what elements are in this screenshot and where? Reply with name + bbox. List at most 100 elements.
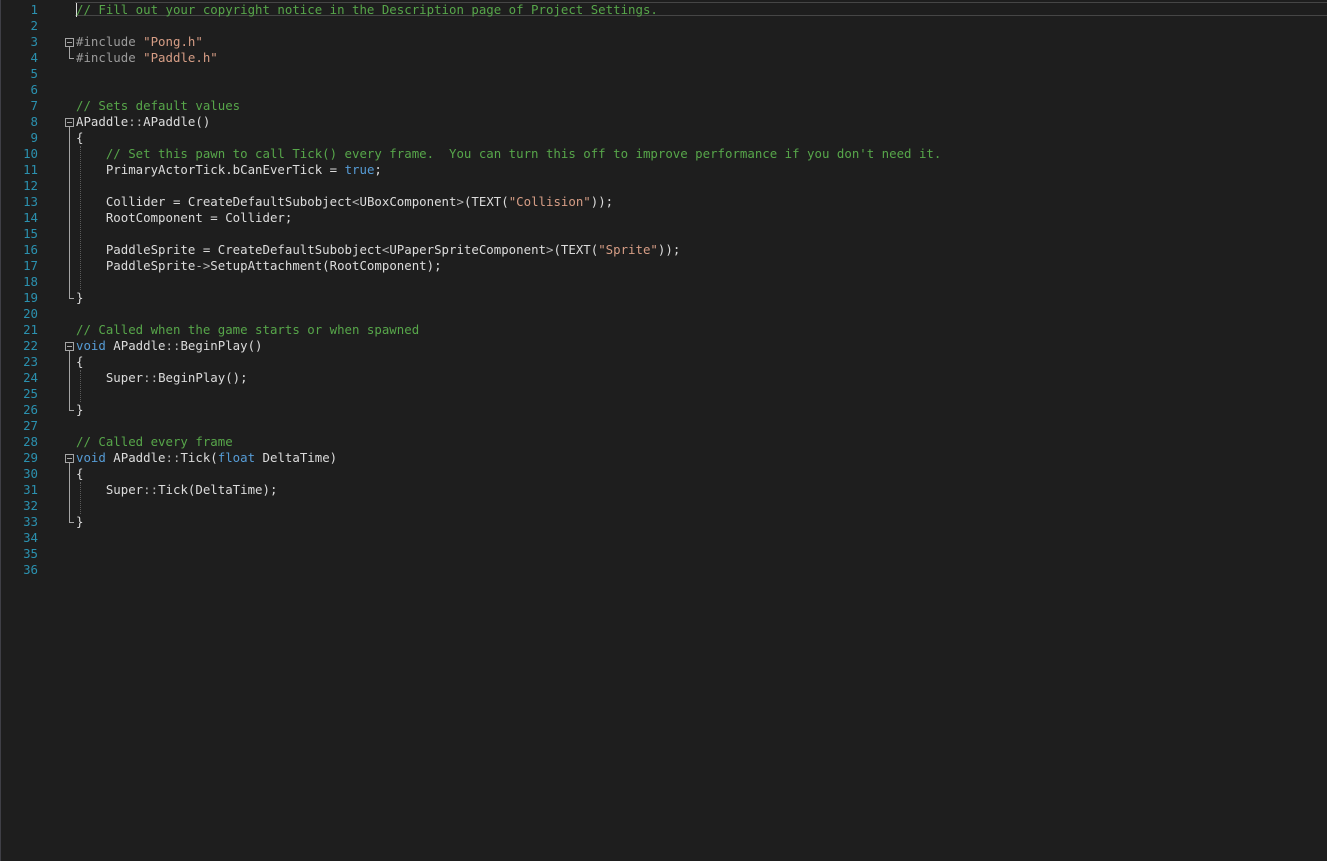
constructor-fold-line bbox=[69, 126, 70, 298]
line-number: 9 bbox=[30, 130, 38, 145]
line-number: 11 bbox=[23, 162, 38, 177]
code-token: { bbox=[76, 466, 84, 481]
code-token: { bbox=[76, 354, 84, 369]
code-line[interactable]: 32 bbox=[1, 498, 1327, 514]
line-number: 5 bbox=[30, 66, 38, 81]
code-line[interactable]: 27 bbox=[1, 418, 1327, 434]
code-token: #include bbox=[76, 50, 144, 65]
line-code[interactable]: { bbox=[76, 466, 83, 482]
code-line[interactable]: 35 bbox=[1, 546, 1327, 562]
code-line[interactable]: 14 RootComponent = Collider; bbox=[1, 210, 1327, 226]
line-code[interactable]: // Fill out your copyright notice in the… bbox=[76, 2, 658, 18]
code-token: float bbox=[217, 450, 256, 465]
line-number: 24 bbox=[23, 370, 38, 385]
code-line[interactable]: 20 bbox=[1, 306, 1327, 322]
code-line[interactable]: 31 Super::Tick(DeltaTime); bbox=[1, 482, 1327, 498]
code-line[interactable]: 6 bbox=[1, 82, 1327, 98]
code-line[interactable]: 22 void APaddle::BeginPlay() bbox=[1, 338, 1327, 354]
code-token: :: bbox=[143, 482, 159, 497]
code-token: APaddle bbox=[105, 338, 166, 353]
code-line[interactable]: 9{ bbox=[1, 130, 1327, 146]
line-number: 8 bbox=[30, 114, 38, 129]
code-line[interactable]: 26} bbox=[1, 402, 1327, 418]
include-fold-line-end bbox=[69, 58, 74, 59]
code-line[interactable]: 19} bbox=[1, 290, 1327, 306]
code-line[interactable]: 11 PrimaryActorTick.bCanEverTick = true; bbox=[1, 162, 1327, 178]
code-line[interactable]: 16 PaddleSprite = CreateDefaultSubobject… bbox=[1, 242, 1327, 258]
code-line[interactable]: 1 // Fill out your copyright notice in th… bbox=[1, 2, 1327, 18]
code-line[interactable]: 5 bbox=[1, 66, 1327, 82]
code-token: PaddleSprite bbox=[76, 258, 196, 273]
code-editor[interactable]: 1 // Fill out your copyright notice in th… bbox=[0, 0, 1327, 861]
code-token: void bbox=[76, 338, 106, 353]
code-line[interactable]: 15 bbox=[1, 226, 1327, 242]
beginplay-fold-line-end bbox=[69, 410, 74, 411]
line-number: 18 bbox=[23, 274, 38, 289]
line-number: 20 bbox=[23, 306, 38, 321]
line-code[interactable]: Super::BeginPlay(); bbox=[76, 370, 248, 386]
code-line[interactable]: 10 // Set this pawn to call Tick() every… bbox=[1, 146, 1327, 162]
code-line[interactable]: 36 bbox=[1, 562, 1327, 578]
code-line[interactable]: 21 // Called when the game starts or when… bbox=[1, 322, 1327, 338]
line-code[interactable]: { bbox=[76, 130, 83, 146]
line-code[interactable]: // Called every frame bbox=[76, 434, 233, 450]
code-line[interactable]: 24 Super::BeginPlay(); bbox=[1, 370, 1327, 386]
line-code[interactable]: #include "Paddle.h" bbox=[76, 50, 218, 66]
code-line[interactable]: 12 bbox=[1, 178, 1327, 194]
line-code[interactable]: // Sets default values bbox=[76, 98, 240, 114]
code-token: (TEXT( bbox=[463, 194, 509, 209]
line-code[interactable]: // Set this pawn to call Tick() every fr… bbox=[76, 146, 942, 162]
line-number: 32 bbox=[23, 498, 38, 513]
code-token: } bbox=[76, 402, 84, 417]
code-token: Super bbox=[76, 370, 144, 385]
code-line[interactable]: 3 #include "Pong.h" bbox=[1, 34, 1327, 50]
beginplay-fold-line bbox=[69, 350, 70, 410]
constructor-fold-line-end bbox=[69, 298, 74, 299]
code-token: APaddle bbox=[105, 450, 166, 465]
code-line[interactable]: 2 bbox=[1, 18, 1327, 34]
code-token: #include bbox=[76, 34, 144, 49]
line-number: 16 bbox=[23, 242, 38, 257]
code-line[interactable]: 18 bbox=[1, 274, 1327, 290]
line-code[interactable]: Collider = CreateDefaultSubobject<UBoxCo… bbox=[76, 194, 613, 210]
line-number: 15 bbox=[23, 226, 38, 241]
code-line[interactable]: 8 APaddle::APaddle() bbox=[1, 114, 1327, 130]
line-number: 21 bbox=[23, 322, 38, 337]
code-line[interactable]: 23 { bbox=[1, 354, 1327, 370]
line-code[interactable]: } bbox=[76, 402, 83, 418]
code-line[interactable]: 25 bbox=[1, 386, 1327, 402]
code-token: BeginPlay(); bbox=[158, 370, 248, 385]
line-code[interactable]: Super::Tick(DeltaTime); bbox=[76, 482, 278, 498]
code-token: // Called when the game starts or when s… bbox=[76, 322, 420, 337]
code-token: > bbox=[456, 194, 464, 209]
line-code[interactable]: APaddle::APaddle() bbox=[76, 114, 210, 130]
indent-guide bbox=[80, 146, 81, 290]
code-line[interactable]: 17 PaddleSprite->SetupAttachment(RootCom… bbox=[1, 258, 1327, 274]
line-number: 6 bbox=[30, 82, 38, 97]
line-code[interactable]: { bbox=[76, 354, 83, 370]
line-number: 23 bbox=[23, 354, 38, 369]
code-line[interactable]: 4 #include "Paddle.h" bbox=[1, 50, 1327, 66]
line-code[interactable]: PrimaryActorTick.bCanEverTick = true; bbox=[76, 162, 382, 178]
code-line[interactable]: 7 // Sets default values bbox=[1, 98, 1327, 114]
code-token: { bbox=[76, 130, 84, 145]
code-line[interactable]: 13 Collider = CreateDefaultSubobject<UBo… bbox=[1, 194, 1327, 210]
line-code[interactable]: } bbox=[76, 290, 83, 306]
line-code[interactable]: void APaddle::Tick(float DeltaTime) bbox=[76, 450, 337, 466]
line-code[interactable]: #include "Pong.h" bbox=[76, 34, 203, 50]
line-number: 19 bbox=[23, 290, 38, 305]
code-line[interactable]: 29 void APaddle::Tick(float DeltaTime) bbox=[1, 450, 1327, 466]
code-line[interactable]: 33} bbox=[1, 514, 1327, 530]
line-code[interactable]: PaddleSprite = CreateDefaultSubobject<UP… bbox=[76, 242, 680, 258]
line-code[interactable]: PaddleSprite->SetupAttachment(RootCompon… bbox=[76, 258, 442, 274]
line-code[interactable]: void APaddle::BeginPlay() bbox=[76, 338, 263, 354]
code-line[interactable]: 28 // Called every frame bbox=[1, 434, 1327, 450]
line-code[interactable]: // Called when the game starts or when s… bbox=[76, 322, 419, 338]
code-token: SetupAttachment(RootComponent); bbox=[210, 258, 442, 273]
code-line[interactable]: 30 { bbox=[1, 466, 1327, 482]
code-line[interactable]: 34 bbox=[1, 530, 1327, 546]
line-code[interactable]: } bbox=[76, 514, 83, 530]
line-number: 3 bbox=[30, 34, 38, 49]
line-code[interactable]: RootComponent = Collider; bbox=[76, 210, 293, 226]
line-number: 14 bbox=[23, 210, 38, 225]
